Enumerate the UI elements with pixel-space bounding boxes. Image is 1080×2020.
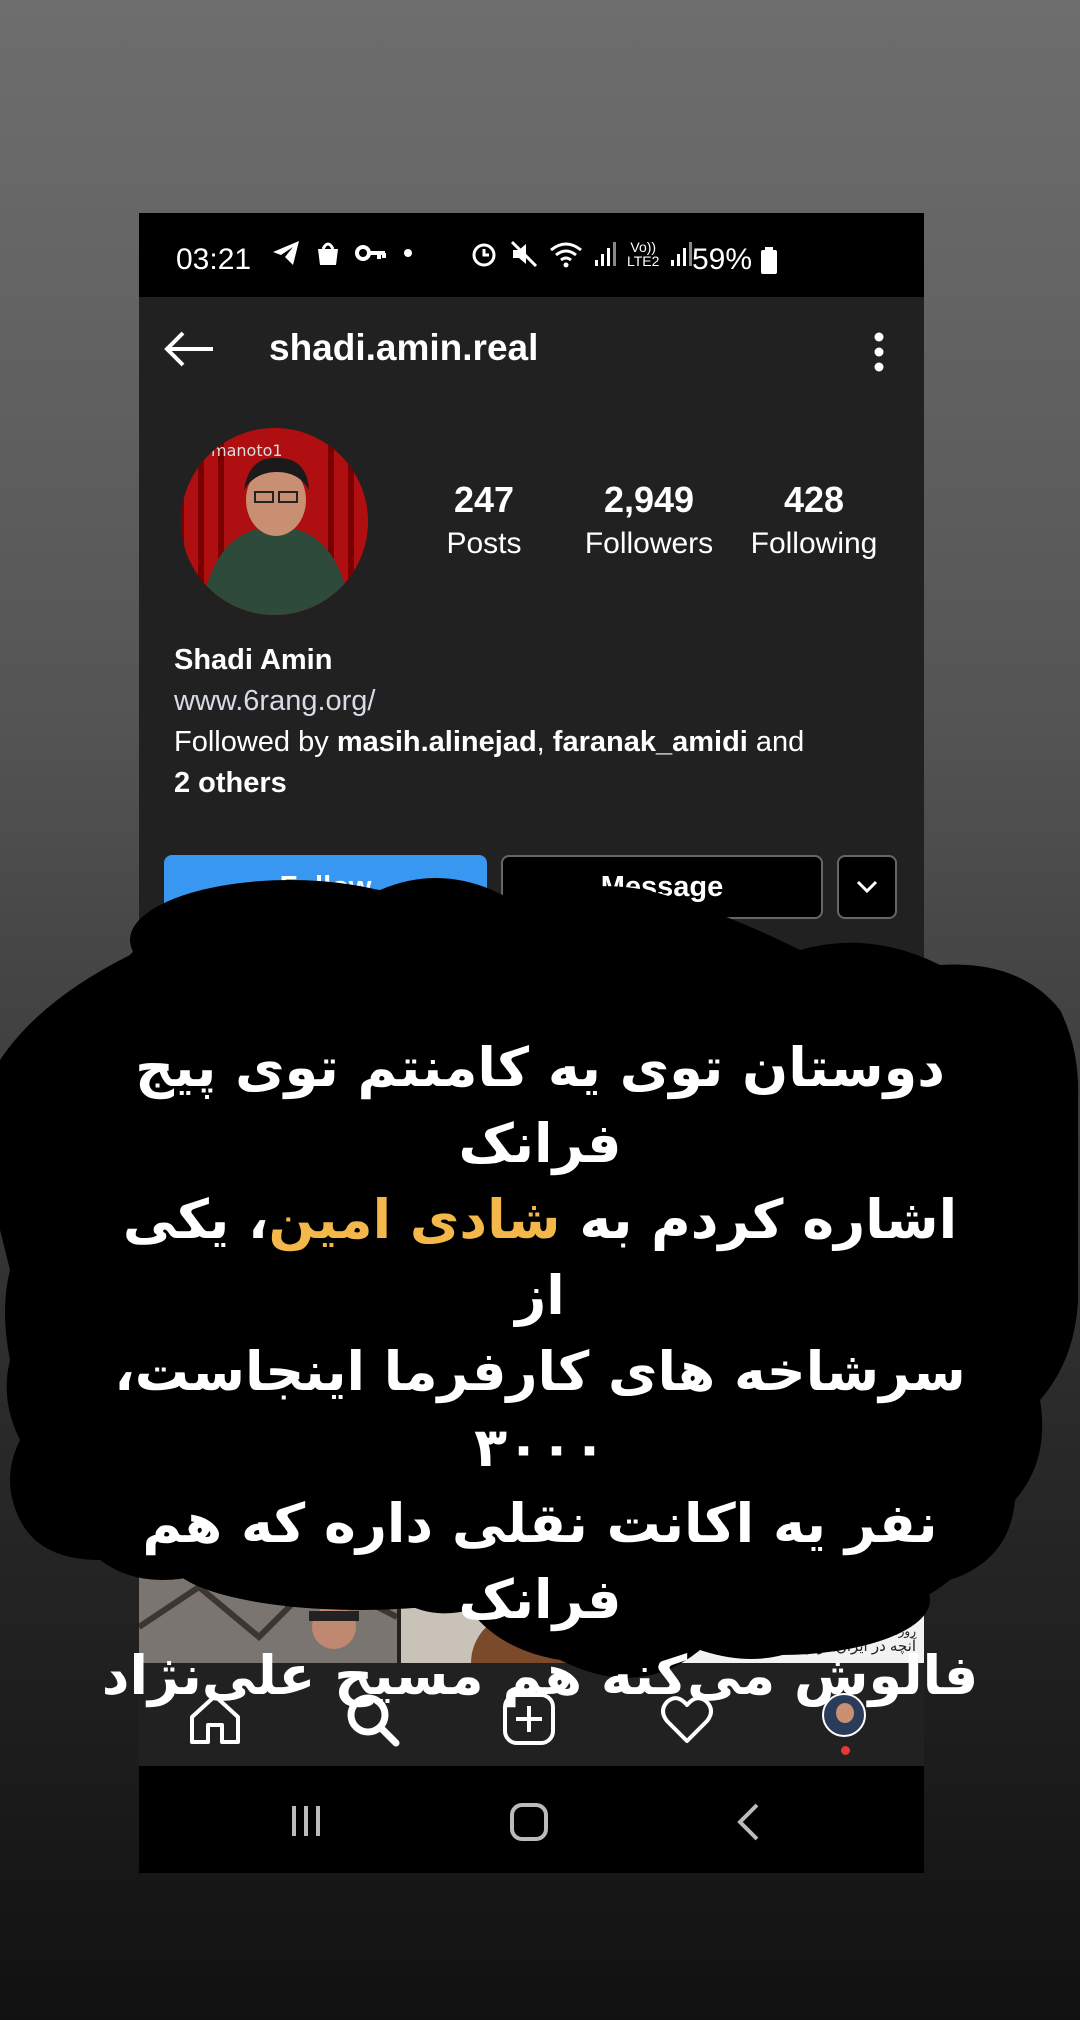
avatar-watermark: manoto1 (211, 441, 283, 460)
volte-lte-label: Vo)) LTE2 (627, 239, 660, 269)
stat-value: 428 (783, 479, 845, 520)
overlay-line: فالوش می‌کنه هم مسیح علی‌نژاد (101, 1644, 979, 1707)
key-icon (355, 245, 386, 261)
overlay-line: سرشاخه های کارفرما اینجاست، ۳۰۰۰ (114, 1340, 966, 1479)
story-overlay-text: دوستان توی یه کامنتم توی پیج فرانک اشاره… (100, 1030, 980, 1714)
stat-label: Following (750, 527, 878, 560)
alarm-icon (472, 243, 496, 267)
avatar-photo: manoto1 (181, 428, 368, 615)
overlay-highlight: شادی امین (268, 1188, 561, 1251)
overlay-line-part: اشاره کردم به (560, 1188, 958, 1251)
profile-top-bar: shadi.amin.real (139, 297, 924, 407)
wifi-icon (550, 242, 582, 268)
followed-by-and: and (747, 726, 805, 758)
overlay-line: اشاره کردم به شادی امین، یکی از (100, 1182, 980, 1334)
overlay-line: نفر یه اکانت نقلی داره که هم فرانک (142, 1492, 938, 1631)
website-link[interactable]: www.6rang.org/ (174, 681, 804, 722)
status-right-icons: Vo)) LTE2 (469, 239, 693, 269)
profile-avatar[interactable]: manoto1 (181, 428, 368, 615)
recent-apps-icon[interactable] (289, 1804, 323, 1838)
display-name: Shadi Amin (174, 644, 333, 676)
followed-by-others[interactable]: 2 others (174, 767, 287, 799)
mute-icon (510, 240, 538, 268)
stat-followers[interactable]: 2,949 Followers (579, 479, 719, 561)
followed-by-user[interactable]: faranak_amidi (553, 726, 748, 758)
followed-by-separator: , (536, 726, 553, 758)
status-time: 03:21 (176, 243, 252, 276)
followed-by-line: Followed by masih.alinejad, faranak_amid… (174, 722, 804, 763)
follow-button[interactable]: Follow (164, 855, 487, 919)
home-button-icon[interactable] (509, 1802, 549, 1842)
shopping-bag-icon (318, 242, 338, 265)
back-button-icon[interactable] (735, 1802, 761, 1842)
profile-bio: Shadi Amin www.6rang.org/ Followed by ma… (174, 640, 804, 804)
suggested-dropdown-button[interactable] (837, 855, 897, 919)
android-navigation-bar (139, 1766, 924, 1873)
chevron-down-icon (856, 880, 878, 894)
stat-posts[interactable]: 247 Posts (439, 479, 529, 561)
profile-username: shadi.amin.real (269, 327, 539, 368)
signal-icon-2 (671, 242, 693, 266)
arrow-left-icon[interactable] (163, 329, 215, 369)
notification-dot (841, 1746, 850, 1755)
signal-icon (595, 242, 616, 266)
telegram-icon (273, 241, 299, 265)
stat-value: 2,949 (603, 479, 695, 520)
stat-value: 247 (453, 479, 515, 520)
followed-by-user[interactable]: masih.alinejad (337, 726, 537, 758)
status-bar: 03:21 Vo)) LTE2 59% (139, 213, 924, 297)
stat-label: Posts (446, 527, 522, 560)
vertical-dots-icon[interactable] (874, 332, 884, 372)
battery-percent: 59% (692, 243, 753, 276)
overlay-line: دوستان توی یه کامنتم توی پیج فرانک (135, 1036, 945, 1175)
followed-by-prefix: Followed by (174, 726, 337, 758)
stat-following[interactable]: 428 Following (744, 479, 884, 561)
dot-icon (404, 249, 412, 257)
status-left-icons (271, 239, 415, 267)
stat-label: Followers (584, 527, 714, 560)
message-button[interactable]: Message (501, 855, 823, 919)
battery-icon (761, 247, 777, 274)
